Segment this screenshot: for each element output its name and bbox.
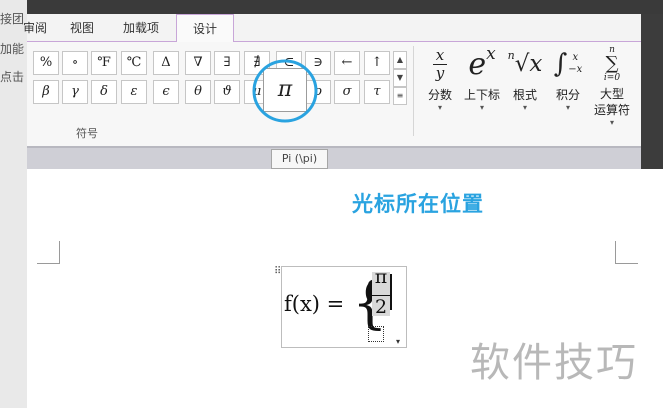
fraction-glyph-top: x (435, 45, 445, 64)
equation-options-dropdown-icon[interactable]: ▾ (396, 337, 400, 346)
integral-label: 积分 (555, 88, 580, 102)
script-button[interactable]: ex 上下标 ▾ (461, 44, 503, 112)
equation-denominator[interactable]: 2 (372, 296, 390, 318)
summation-glyph: ∑ (605, 53, 619, 74)
fraction-button[interactable]: x y 分数 ▾ (422, 44, 458, 112)
symbols-group-label: 符号 (76, 127, 98, 140)
radical-glyph-index: n (507, 48, 515, 62)
integral-glyph-sup: x (572, 52, 579, 63)
integral-glyph: ∫ (553, 49, 568, 79)
large-operator-label: 大型 运算符 (593, 87, 630, 117)
integral-button[interactable]: ∫ x −x 积分 ▾ (549, 44, 587, 112)
watermark-text: 软件技巧 (470, 340, 638, 386)
equation-numerator[interactable]: π (372, 266, 390, 288)
equation-move-handle-icon[interactable]: ⠿ (274, 266, 286, 278)
text-cursor (390, 274, 392, 310)
fraction-label: 分数 (427, 88, 452, 102)
script-icon: ex (461, 44, 503, 84)
equation-placeholder-box[interactable] (368, 326, 384, 342)
radical-dropdown-icon[interactable]: ▾ (506, 103, 544, 112)
script-dropdown-icon[interactable]: ▾ (461, 103, 503, 112)
cursor-position-annotation: 光标所在位置 (352, 192, 484, 216)
summation-icon: n ∑ i=0 (589, 44, 635, 84)
fraction-glyph-bottom: y (435, 63, 445, 82)
group-separator (413, 46, 414, 136)
symbol-tooltip: Pi (\pi) (271, 149, 328, 169)
summation-glyph-sub: i=0 (603, 73, 621, 83)
integral-dropdown-icon[interactable]: ▾ (549, 103, 587, 112)
radical-label: 根式 (512, 88, 537, 102)
margin-corner-right (615, 241, 638, 264)
large-operator-button[interactable]: n ∑ i=0 大型 运算符 ▾ (589, 44, 635, 127)
pi-highlight-circle (252, 59, 318, 123)
margin-corner-left (37, 241, 60, 264)
large-operator-dropdown-icon[interactable]: ▾ (589, 118, 635, 127)
radical-button[interactable]: n √x 根式 ▾ (506, 44, 544, 113)
ribbon-bottom-bar (27, 146, 641, 169)
integral-glyph-sub: −x (568, 64, 583, 75)
equation-lhs[interactable]: f(x) = (284, 292, 344, 316)
fraction-dropdown-icon[interactable]: ▾ (422, 103, 458, 112)
script-glyph-sup: x (486, 44, 496, 64)
script-label: 上下标 (463, 88, 500, 102)
fraction-icon: x y (422, 44, 458, 84)
integral-icon: ∫ x −x (549, 44, 587, 84)
ribbon-bottom-edge (27, 146, 641, 148)
radical-glyph: √x (514, 51, 543, 77)
radical-icon: n √x (506, 44, 544, 84)
script-glyph: e (468, 46, 487, 82)
